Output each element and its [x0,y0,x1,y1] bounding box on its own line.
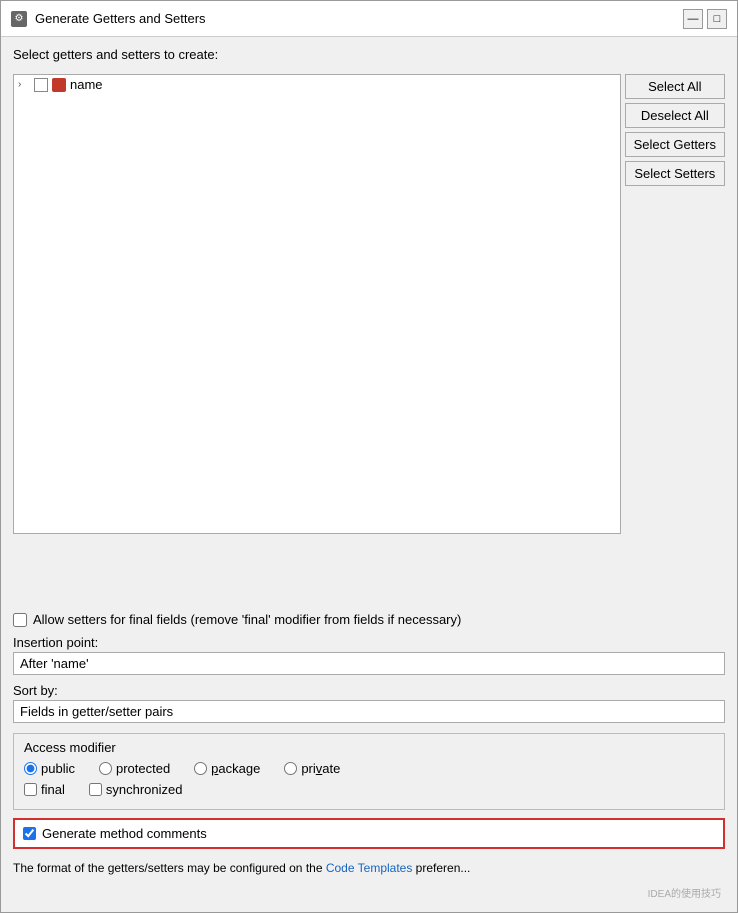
tree-item-name[interactable]: › name [14,75,620,94]
insertion-point-row: Insertion point: After 'name' [13,635,725,675]
insertion-point-dropdown[interactable]: After 'name' [13,652,725,675]
minimize-button[interactable]: — [683,9,703,29]
tree-arrow: › [18,79,30,90]
bottom-text-suffix: preferen... [412,861,470,875]
final-checkbox[interactable] [24,783,37,796]
content-area: Select getters and setters to create: › … [1,37,737,912]
allow-setters-checkbox[interactable] [13,613,27,627]
sort-by-dropdown[interactable]: Fields in getter/setter pairs [13,700,725,723]
access-modifier-group: Access modifier public protected package [13,733,725,810]
generate-comments-label: Generate method comments [42,826,207,841]
main-window: ⚙ Generate Getters and Setters — □ Selec… [0,0,738,913]
bottom-text: The format of the getters/setters may be… [13,861,725,875]
radio-private-input[interactable] [284,762,297,775]
title-controls: — □ [683,9,727,29]
title-bar: ⚙ Generate Getters and Setters — □ [1,1,737,37]
allow-setters-row: Allow setters for final fields (remove '… [13,612,725,627]
generate-comments-checkbox[interactable] [23,827,36,840]
radio-public: public [24,761,75,776]
window-icon: ⚙ [11,11,27,27]
radio-row: public protected package private [24,761,714,776]
radio-public-label: public [41,761,75,776]
radio-package-input[interactable] [194,762,207,775]
tree-item-checkbox[interactable] [34,78,48,92]
select-getters-button[interactable]: Select Getters [625,132,725,157]
sort-by-row: Sort by: Fields in getter/setter pairs [13,683,725,723]
watermark: IDEA的使用技巧 [13,883,725,902]
code-templates-link[interactable]: Code Templates [326,861,413,875]
deselect-all-button[interactable]: Deselect All [625,103,725,128]
radio-protected: protected [99,761,170,776]
synchronized-label: synchronized [106,782,183,797]
radio-private-label: private [301,761,340,776]
window-title: Generate Getters and Setters [35,11,206,26]
radio-package: package [194,761,260,776]
button-panel: Select All Deselect All Select Getters S… [625,74,725,604]
synchronized-checkbox-item: synchronized [89,782,183,797]
synchronized-checkbox[interactable] [89,783,102,796]
radio-public-input[interactable] [24,762,37,775]
sort-by-label: Sort by: [13,683,725,698]
select-all-button[interactable]: Select All [625,74,725,99]
maximize-button[interactable]: □ [707,9,727,29]
final-label: final [41,782,65,797]
main-area: › name Select All Deselect All Select Ge… [13,74,725,604]
access-modifier-title: Access modifier [24,740,714,755]
allow-setters-label: Allow setters for final fields (remove '… [33,612,461,627]
generate-comments-row: Generate method comments [13,818,725,849]
title-bar-left: ⚙ Generate Getters and Setters [11,11,206,27]
final-checkbox-item: final [24,782,65,797]
radio-package-label: package [211,761,260,776]
radio-protected-input[interactable] [99,762,112,775]
field-icon [52,78,66,92]
section-header: Select getters and setters to create: [13,47,725,62]
radio-protected-label: protected [116,761,170,776]
modifier-checkbox-row: final synchronized [24,782,714,797]
bottom-text-prefix: The format of the getters/setters may be… [13,861,326,875]
tree-panel[interactable]: › name [13,74,621,534]
tree-item-label: name [70,77,103,92]
insertion-point-label: Insertion point: [13,635,725,650]
select-setters-button[interactable]: Select Setters [625,161,725,186]
radio-private: private [284,761,340,776]
